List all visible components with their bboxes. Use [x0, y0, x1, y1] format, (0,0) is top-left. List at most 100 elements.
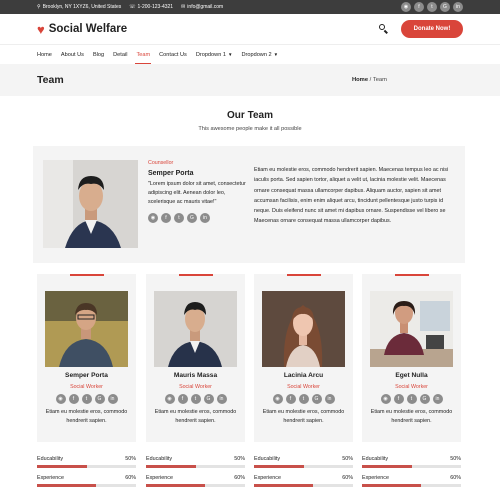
logo[interactable]: ♥ Social Welfare: [37, 23, 127, 36]
skill-track: [146, 484, 245, 487]
rss-icon[interactable]: ◉: [380, 394, 391, 404]
google-plus-icon[interactable]: G: [94, 394, 105, 404]
linkedin-icon[interactable]: in: [216, 394, 227, 404]
nav-item-contact-us[interactable]: Contact Us: [159, 45, 187, 64]
email[interactable]: ✉ info@gmail.com: [181, 4, 223, 10]
twitter-icon[interactable]: t: [406, 394, 417, 404]
skill-value: 60%: [234, 475, 245, 481]
nav-label[interactable]: Dropdown 1: [196, 52, 226, 58]
heart-icon: ♥: [37, 21, 45, 37]
breadcrumb-separator: /: [369, 77, 372, 83]
nav-item-team[interactable]: Team: [135, 45, 151, 64]
member-description: Etiam eu molestie eros, commodo hendreri…: [262, 409, 345, 425]
nav-label[interactable]: Team: [136, 52, 150, 58]
facebook-icon[interactable]: f: [414, 2, 424, 12]
twitter-icon[interactable]: t: [298, 394, 309, 404]
nav-item-home[interactable]: Home: [37, 45, 52, 64]
breadcrumb: Home / Team: [352, 77, 387, 83]
card-accent: [395, 274, 429, 276]
member-social: ◉ f t G in: [37, 394, 136, 404]
facebook-icon[interactable]: f: [393, 394, 404, 404]
featured-name: Semper Porta: [148, 170, 194, 177]
member-role: Social Worker: [70, 384, 103, 390]
member-social: ◉ f t G in: [254, 394, 353, 404]
skill-value: 50%: [450, 456, 461, 462]
nav-label[interactable]: Blog: [93, 52, 104, 58]
skill-fill: [362, 484, 422, 487]
rss-icon[interactable]: ◉: [401, 2, 411, 12]
nav-label[interactable]: Contact Us: [159, 52, 187, 58]
site-title[interactable]: Social Welfare: [49, 23, 127, 35]
skill-educability: Educability 50%: [37, 456, 136, 468]
skill-track: [362, 465, 461, 468]
team-card: Mauris Massa Social Worker ◉ f t G in Et…: [146, 274, 245, 442]
skills-block: Educability 50% Experience 60%: [254, 456, 353, 494]
google-plus-icon[interactable]: G: [419, 394, 430, 404]
linkedin-icon[interactable]: in: [453, 2, 463, 12]
twitter-icon[interactable]: t: [174, 213, 184, 223]
skill-value: 60%: [125, 475, 136, 481]
linkedin-icon[interactable]: in: [432, 394, 443, 404]
member-photo: [154, 291, 237, 367]
skill-track: [254, 465, 353, 468]
donate-button[interactable]: Donate Now!: [401, 20, 463, 38]
skill-track: [362, 484, 461, 487]
skill-label: Experience: [37, 475, 64, 481]
member-name: Lacinia Arcu: [283, 372, 324, 379]
twitter-icon[interactable]: t: [81, 394, 92, 404]
skill-experience: Experience 60%: [362, 475, 461, 487]
main-nav: Home About Us Blog Detail Team Contact U…: [0, 44, 500, 64]
facebook-icon[interactable]: f: [68, 394, 79, 404]
email-text[interactable]: info@gmail.com: [187, 4, 223, 10]
nav-label[interactable]: About Us: [61, 52, 84, 58]
mail-icon: ✉: [181, 4, 186, 10]
member-photo: [262, 291, 345, 367]
skill-track: [146, 465, 245, 468]
google-plus-icon[interactable]: G: [203, 394, 214, 404]
nav-item-detail[interactable]: Detail: [113, 45, 127, 64]
map-pin-icon: ⚲: [37, 4, 41, 10]
featured-quote: "Lorem ipsum dolor sit amet, consectetur…: [148, 181, 246, 205]
skill-label: Experience: [146, 475, 173, 481]
featured-bio: Etiam eu molestie eros, commodo hendreri…: [254, 167, 449, 225]
google-plus-icon[interactable]: G: [311, 394, 322, 404]
member-social: ◉ f t G in: [146, 394, 245, 404]
page-title: Team: [37, 74, 64, 86]
team-card: Semper Porta Social Worker ◉ f t G in Et…: [37, 274, 136, 442]
skill-fill: [146, 484, 206, 487]
skill-track: [37, 465, 136, 468]
facebook-icon[interactable]: f: [285, 394, 296, 404]
rss-icon[interactable]: ◉: [148, 213, 158, 223]
google-plus-icon[interactable]: G: [440, 2, 450, 12]
nav-item-dropdown-1[interactable]: Dropdown 1 ▼: [196, 45, 233, 64]
skill-value: 60%: [450, 475, 461, 481]
rss-icon[interactable]: ◉: [272, 394, 283, 404]
nav-label[interactable]: Home: [37, 52, 52, 58]
address: ⚲ Brooklyn, NY 1XYZ6, United States: [37, 4, 121, 10]
contact-info: ⚲ Brooklyn, NY 1XYZ6, United States ☏ 1-20…: [37, 4, 223, 10]
nav-item-dropdown-2[interactable]: Dropdown 2 ▼: [241, 45, 278, 64]
linkedin-icon[interactable]: in: [324, 394, 335, 404]
skills-block: Educability 50% Experience 60%: [362, 456, 461, 494]
linkedin-icon[interactable]: in: [107, 394, 118, 404]
featured-info: Counsellor Semper Porta "Lorem ipsum dol…: [148, 160, 248, 223]
rss-icon[interactable]: ◉: [55, 394, 66, 404]
facebook-icon[interactable]: f: [177, 394, 188, 404]
skill-educability: Educability 50%: [362, 456, 461, 468]
nav-label[interactable]: Dropdown 2: [241, 52, 271, 58]
twitter-icon[interactable]: t: [190, 394, 201, 404]
skill-educability: Educability 50%: [254, 456, 353, 468]
search-icon[interactable]: [379, 24, 389, 34]
nav-label[interactable]: Detail: [113, 52, 127, 58]
google-plus-icon[interactable]: G: [187, 213, 197, 223]
member-description: Etiam eu molestie eros, commodo hendreri…: [45, 409, 128, 425]
breadcrumb-home[interactable]: Home: [352, 77, 368, 83]
facebook-icon[interactable]: f: [161, 213, 171, 223]
member-social: ◉ f t G in: [362, 394, 461, 404]
twitter-icon[interactable]: t: [427, 2, 437, 12]
nav-item-about-us[interactable]: About Us: [61, 45, 84, 64]
linkedin-icon[interactable]: in: [200, 213, 210, 223]
nav-item-blog[interactable]: Blog: [93, 45, 104, 64]
card-accent: [70, 274, 104, 276]
rss-icon[interactable]: ◉: [164, 394, 175, 404]
